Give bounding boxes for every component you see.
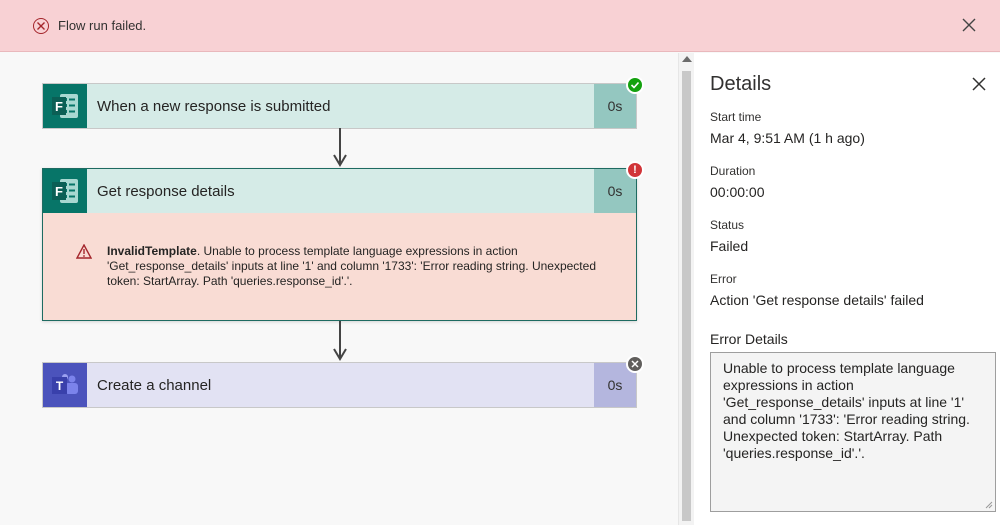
close-details-icon[interactable] <box>972 77 986 91</box>
connector-arrow-icon <box>333 154 347 167</box>
duration-value: 00:00:00 <box>710 184 765 200</box>
warning-icon <box>76 244 92 259</box>
duration-label: Duration <box>710 164 756 178</box>
exclamation-icon: ! <box>626 161 644 179</box>
scrollbar-thumb[interactable] <box>682 71 691 521</box>
details-panel: Details Start time Mar 4, 9:51 AM (1 h a… <box>694 53 1000 525</box>
step-error-panel: InvalidTemplate. Unable to process templ… <box>43 213 636 320</box>
close-banner-icon[interactable] <box>960 16 978 34</box>
status-value: Failed <box>710 238 749 254</box>
forms-icon: F <box>43 169 87 213</box>
error-label: Error <box>710 272 737 286</box>
error-details-label: Error Details <box>710 331 788 347</box>
failure-banner: Flow run failed. <box>0 0 1000 52</box>
canvas-scrollbar[interactable] <box>678 53 694 525</box>
scroll-up-arrow-icon[interactable] <box>682 56 692 62</box>
banner-message: Flow run failed. <box>58 18 147 33</box>
forms-icon: F <box>43 84 87 128</box>
error-details-textarea[interactable]: Unable to process template language expr… <box>710 352 996 512</box>
svg-text:T: T <box>56 379 64 393</box>
step-card-trigger[interactable]: F When a new response is submitted 0s <box>42 76 644 129</box>
flow-canvas: F When a new response is submitted 0s F … <box>0 53 678 525</box>
teams-icon: T <box>43 363 87 407</box>
x-icon <box>626 355 644 373</box>
error-circle-icon <box>33 18 49 34</box>
step-title: Get response details <box>97 182 235 200</box>
step-error-message: InvalidTemplate. Unable to process templ… <box>107 244 597 289</box>
svg-text:F: F <box>55 184 63 199</box>
resize-grip-icon[interactable] <box>985 501 993 509</box>
step-title: When a new response is submitted <box>97 97 331 115</box>
step-card-get-response-details[interactable]: F Get response details 0s ! InvalidTempl… <box>42 161 644 321</box>
step-card-create-channel[interactable]: T Create a channel 0s <box>42 355 644 408</box>
start-time-label: Start time <box>710 110 762 124</box>
error-details-text: Unable to process template language expr… <box>723 360 970 461</box>
error-code: InvalidTemplate <box>107 244 197 258</box>
svg-text:F: F <box>55 99 63 114</box>
connector-arrow-icon <box>333 348 347 361</box>
step-title: Create a channel <box>97 376 212 394</box>
error-value: Action 'Get response details' failed <box>710 292 924 308</box>
status-label: Status <box>710 218 745 232</box>
details-title: Details <box>710 73 772 95</box>
check-icon <box>626 76 644 94</box>
start-time-value: Mar 4, 9:51 AM (1 h ago) <box>710 130 865 146</box>
